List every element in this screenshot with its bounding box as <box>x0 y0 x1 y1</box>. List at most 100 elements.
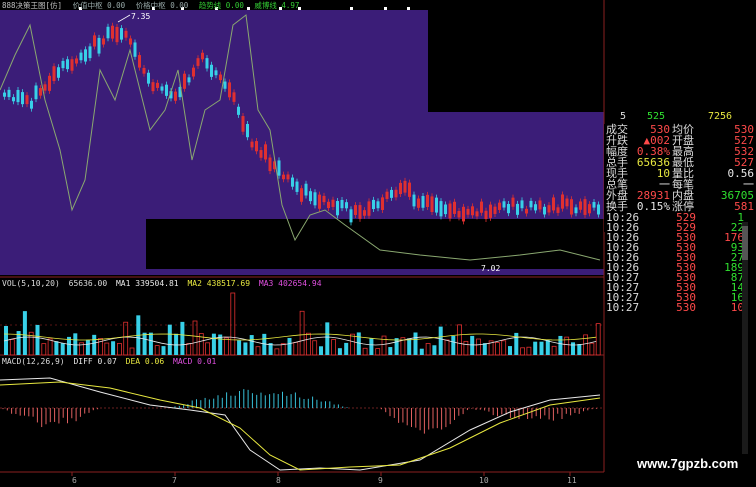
volume-bar <box>463 340 469 356</box>
tick-volume: 10 <box>730 301 744 314</box>
quote-header: 5 525 7256 <box>604 111 756 123</box>
title-item-4: 威博线 4.97 <box>254 1 300 10</box>
candle-body <box>412 194 416 207</box>
volume-bar <box>22 311 27 355</box>
volume-bar <box>111 341 116 355</box>
x-ticks <box>71 472 571 476</box>
candle-body <box>313 192 317 206</box>
candle-body <box>480 201 483 213</box>
candle-body <box>201 52 204 60</box>
volume-bar <box>255 346 261 356</box>
volume-bar <box>419 348 424 355</box>
candle-body <box>367 201 371 216</box>
candle-body <box>322 195 326 203</box>
volume-bar <box>230 292 236 356</box>
volume-bar <box>494 342 500 356</box>
volume-bar <box>551 345 557 356</box>
candle-body <box>66 59 69 70</box>
candle-body <box>129 38 132 45</box>
volume-bar <box>356 332 361 355</box>
volume-bar <box>457 324 463 356</box>
candle-body <box>84 49 87 62</box>
price-high-label: 7.35 <box>131 12 151 21</box>
candle-body <box>435 197 438 213</box>
volume-bar <box>154 345 160 356</box>
volume-bar <box>142 332 147 355</box>
candle-body <box>543 206 546 215</box>
candle-body <box>511 197 515 207</box>
volume-bar <box>413 332 418 355</box>
volume-bar <box>205 342 211 356</box>
candle-body <box>3 92 6 97</box>
candle-body <box>421 196 425 208</box>
candle-body <box>120 28 123 40</box>
candle-body <box>579 201 582 210</box>
volume-bar <box>186 343 192 356</box>
volume-bar <box>54 341 59 355</box>
candle-body <box>133 42 137 57</box>
candle-body <box>358 205 362 219</box>
candle-body <box>372 199 375 210</box>
candle-body <box>394 189 398 198</box>
candle-body <box>565 198 569 207</box>
volume-bar <box>237 340 242 355</box>
candle-body <box>336 201 339 216</box>
volume-bar <box>224 337 229 356</box>
tick-row[interactable]: 10:27 530 10 <box>604 301 744 314</box>
title-item-2: 价格中枢 0.00 <box>135 1 189 10</box>
volume-bar <box>350 333 355 356</box>
volume-bar <box>174 333 179 355</box>
vol-name: VOL(5,10,20) <box>2 279 60 288</box>
candle-body <box>57 67 60 78</box>
volume-bar <box>35 324 40 355</box>
candle-body <box>21 92 24 105</box>
candle-body <box>462 206 465 222</box>
vol-ma3: MA3 402654.94 <box>258 279 322 288</box>
macd-name: MACD(12,26,9) <box>2 357 65 366</box>
watermark: www.7gpzb.com <box>637 456 739 471</box>
volume-bar <box>432 345 437 355</box>
candle-body <box>124 30 128 38</box>
tick-scrollbar-thumb[interactable] <box>742 226 748 260</box>
candle-body <box>408 182 411 197</box>
volume-bar <box>407 338 412 355</box>
candle-body <box>318 194 321 209</box>
candle-body <box>457 211 461 218</box>
candle-body <box>223 81 227 89</box>
candle-body <box>165 84 168 96</box>
candle-body <box>39 88 42 96</box>
candle-body <box>79 52 83 61</box>
candle-body <box>390 189 393 198</box>
candle-body <box>286 174 290 180</box>
vol-ma1: MA1 339504.81 <box>115 279 179 288</box>
volume-bar <box>280 343 286 356</box>
volume-bar <box>305 332 311 356</box>
volume-bar <box>577 344 582 355</box>
candle-body <box>70 59 74 71</box>
volume-bar <box>129 347 135 356</box>
candle-body <box>570 199 573 215</box>
vol-value: 65636.00 <box>68 279 108 288</box>
volume-bar <box>299 310 305 356</box>
candle-body <box>250 141 254 148</box>
candle-body <box>340 199 344 209</box>
candle-body <box>34 85 38 100</box>
macd-diff-line <box>0 377 601 471</box>
candle-body <box>561 194 564 209</box>
volume-bar <box>501 340 507 356</box>
volume-bar <box>41 343 47 356</box>
volume-bar <box>180 321 185 355</box>
volume-bar <box>249 335 254 355</box>
volume-bar <box>211 333 216 355</box>
volume-bar <box>381 335 387 356</box>
candle-body <box>300 188 303 202</box>
candle-body <box>295 181 299 192</box>
candle-body <box>210 64 213 77</box>
candle-body <box>156 82 159 88</box>
candle-body <box>498 202 501 210</box>
candle-body <box>331 199 335 207</box>
volume-bar <box>312 340 318 356</box>
candle-body <box>246 123 249 138</box>
volume-bar <box>73 333 78 355</box>
candle-body <box>52 66 56 82</box>
